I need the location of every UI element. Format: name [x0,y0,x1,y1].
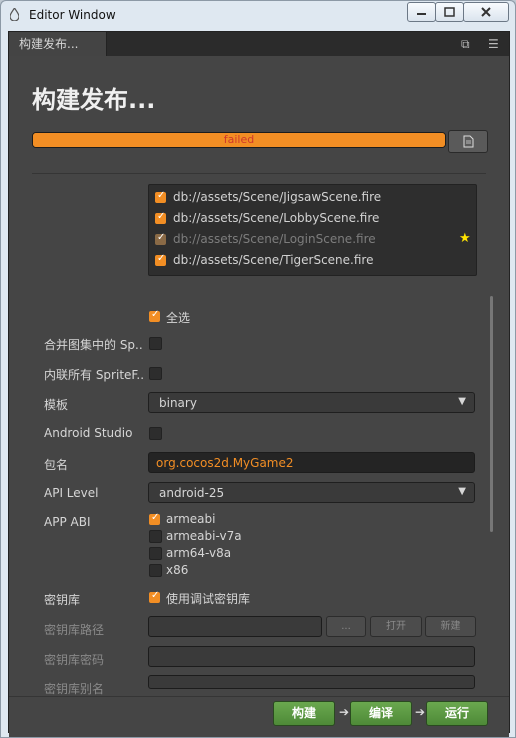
keystore-password-input[interactable] [148,646,475,667]
scene-row[interactable]: ✓ db://assets/Scene/TigerScene.fire [155,251,455,271]
android-studio-label: Android Studio [44,426,133,440]
scene-path: db://assets/Scene/JigsawScene.fire [173,190,382,204]
build-panel: 构建发布... failed ✓ db://assets/Scene/Jigsa… [9,56,509,737]
close-button[interactable] [463,2,509,22]
arrow-right-icon: ➔ [339,705,350,719]
open-button[interactable]: 打开 [370,616,422,637]
android-studio-checkbox[interactable] [149,427,162,440]
keystore-alias-input[interactable] [148,675,475,689]
check-icon: ✓ [157,211,166,222]
package-name-value: org.cocos2d.MyGame2 [156,456,294,470]
keystore-path-input[interactable] [148,616,322,637]
abi-checkbox-arm64-v8a[interactable] [149,547,162,560]
app-droplet-icon [10,8,19,21]
package-label: 包名 [44,458,69,472]
check-icon: ✓ [151,590,160,601]
editor-window: Editor Window 构建发布... ⧉ ☰ 构建发布... failed… [0,0,516,738]
keystore-path-label: 密钥库路径 [44,623,105,637]
menu-icon[interactable]: ☰ [488,37,499,51]
abi-label: armeabi [166,512,216,526]
compile-button[interactable]: 编译 [350,701,412,726]
new-keystore-button[interactable]: 新建 [425,616,476,637]
scene-path: db://assets/Scene/LobbyScene.fire [173,211,380,225]
inline-sprite-label: 内联所有 SpriteF.. [44,368,145,382]
keystore-label: 密钥库 [44,593,81,607]
check-icon: ✓ [157,232,166,243]
scene-path: db://assets/Scene/LoginScene.fire [173,232,376,246]
check-icon: ✓ [157,253,166,264]
api-level-value: android-25 [159,486,225,500]
arrow-right-icon: ➔ [415,705,426,719]
debug-keystore-checkbox[interactable]: ✓ [149,590,160,603]
page-title: 构建发布... [32,86,156,114]
chevron-down-icon: ▼ [458,486,466,497]
abi-checkbox-x86[interactable] [149,564,162,577]
check-icon: ✓ [151,512,160,523]
build-button[interactable]: 构建 [273,701,335,726]
template-label: 模板 [44,398,69,412]
close-icon [481,7,491,17]
app-abi-label: APP ABI [44,515,91,529]
api-level-label: API Level [44,486,99,500]
scene-checkbox[interactable]: ✓ [155,190,166,203]
inline-sprite-checkbox[interactable] [149,367,162,380]
run-button[interactable]: 运行 [426,701,488,726]
select-all-label: 全选 [166,311,191,325]
template-value: binary [159,396,197,410]
abi-label: arm64-v8a [166,546,232,560]
scene-list: ✓ db://assets/Scene/JigsawScene.fire ✓ d… [148,184,477,276]
keystore-password-label: 密钥库密码 [44,653,105,667]
open-log-button[interactable] [448,130,488,153]
panel-frame: 构建发布... ⧉ ☰ 构建发布... failed ✓ db://assets… [8,31,510,737]
package-name-input[interactable]: org.cocos2d.MyGame2 [148,452,475,473]
divider [32,173,486,174]
maximize-icon [444,7,455,17]
debug-keystore-label: 使用调试密钥库 [166,592,251,606]
progress-status: failed [223,133,255,146]
abi-checkbox-armeabi-v7a[interactable] [149,530,162,543]
tab-build[interactable]: 构建发布... [9,32,107,56]
scene-checkbox[interactable]: ✓ [155,211,166,224]
check-icon: ✓ [157,190,166,201]
scene-row-disabled: ✓ db://assets/Scene/LoginScene.fire [155,230,455,250]
progress-bar: failed [32,132,446,148]
popout-icon[interactable]: ⧉ [461,37,470,51]
scene-path: db://assets/Scene/TigerScene.fire [173,253,374,267]
minimize-button[interactable] [407,2,436,22]
abi-checkbox-armeabi[interactable]: ✓ [149,512,160,525]
scene-checkbox[interactable]: ✓ [155,253,166,266]
merge-atlas-checkbox[interactable] [149,337,162,350]
template-select[interactable]: binary ▼ [148,392,475,413]
maximize-button[interactable] [435,2,464,22]
check-icon: ✓ [151,309,160,320]
scene-row[interactable]: ✓ db://assets/Scene/JigsawScene.fire [155,188,455,208]
abi-label: armeabi-v7a [166,529,242,543]
vertical-scrollbar[interactable] [490,296,493,532]
tab-bar: 构建发布... ⧉ ☰ [9,32,509,56]
api-level-select[interactable]: android-25 ▼ [148,482,475,503]
merge-atlas-label: 合并图集中的 Sp.. [44,338,143,352]
window-title: Editor Window [29,8,116,22]
keystore-alias-label: 密钥库别名 [44,682,105,696]
scene-checkbox: ✓ [155,232,166,245]
browse-button[interactable]: ... [326,616,366,637]
document-icon [463,135,474,148]
scene-row[interactable]: ✓ db://assets/Scene/LobbyScene.fire [155,209,455,229]
start-scene-star-icon[interactable]: ★ [459,231,471,246]
select-all-checkbox[interactable]: ✓ [149,309,160,322]
action-bar: 构建 ➔ 编译 ➔ 运行 [9,696,509,737]
minimize-icon [417,13,426,15]
title-bar[interactable]: Editor Window [1,1,515,29]
abi-label: x86 [166,563,189,577]
chevron-down-icon: ▼ [458,396,466,407]
